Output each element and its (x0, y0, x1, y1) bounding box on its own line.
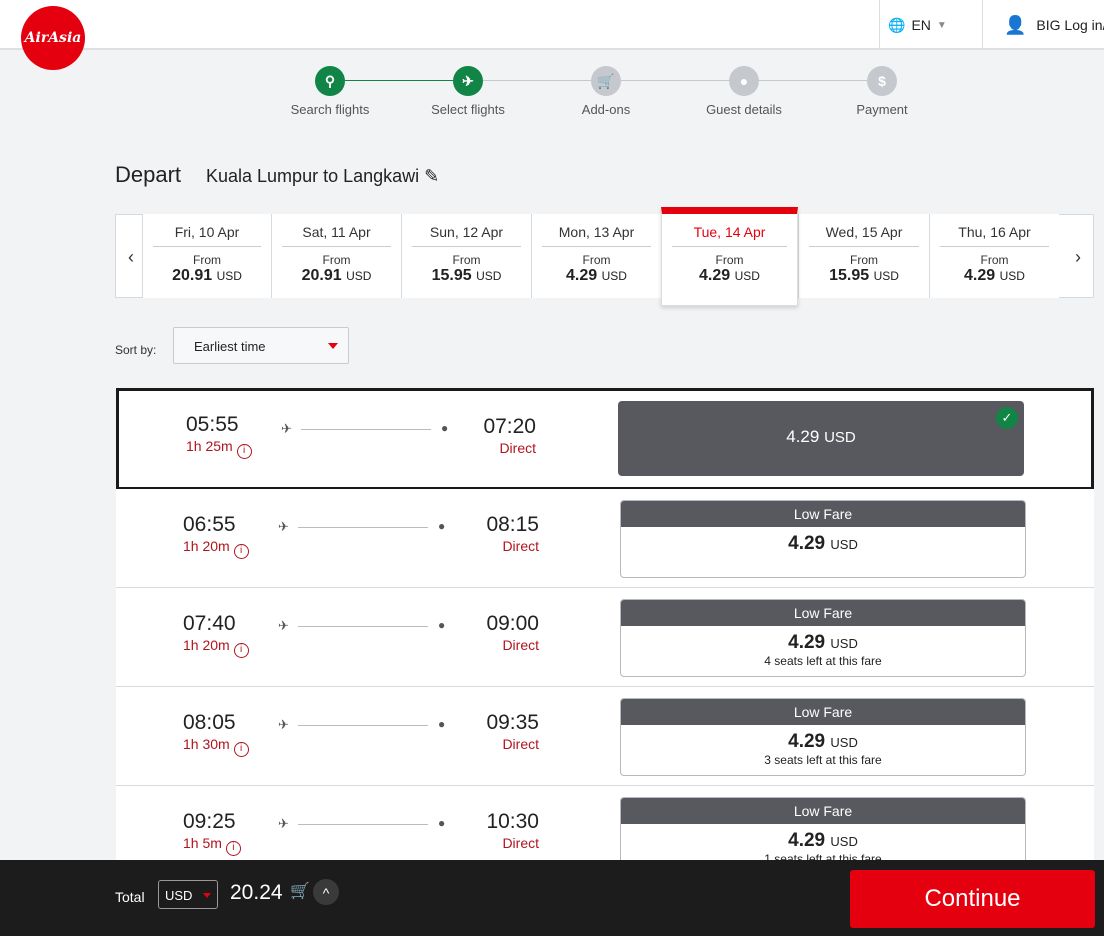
fare-option[interactable]: Low Fare 4.29 USD 3 seats left at this far… (620, 698, 1026, 776)
route-edit[interactable]: Kuala Lumpur to Langkawi ✎ (206, 166, 439, 187)
page-title: Depart (115, 162, 182, 187)
language-selector[interactable]: 🌐 EN ▼ (879, 0, 983, 50)
person-icon: 👤 (1004, 14, 1027, 35)
location-pin-icon: ● (438, 618, 446, 632)
chevron-right-icon[interactable]: › (1063, 215, 1093, 299)
date-tab[interactable]: Sat, 11 Apr From 20.91 USD (271, 214, 401, 298)
check-icon: ✓ (996, 407, 1018, 429)
plane-icon: ✈ (278, 816, 289, 831)
date-tab[interactable]: Fri, 10 Apr From 20.91 USD (142, 214, 271, 298)
step-add-ons: 🛒 Add-ons (546, 66, 666, 117)
date-tab[interactable]: Tue, 14 Apr From 4.29 USD (661, 207, 798, 306)
flight-path-line (301, 429, 431, 430)
step-select-flights: ✈ Select flights (408, 66, 528, 117)
caret-down-icon (328, 343, 338, 349)
pencil-icon[interactable]: ✎ (424, 166, 439, 186)
search-icon: ⚲ (315, 66, 345, 96)
cart-icon[interactable]: 🛒 (290, 881, 310, 901)
date-tab[interactable]: Wed, 15 Apr From 15.95 USD (798, 214, 929, 298)
plane-icon: ✈ (278, 618, 289, 633)
info-icon[interactable]: i (233, 742, 249, 757)
step-guest-details: ● Guest details (684, 66, 804, 117)
total-amount: 20.24 (230, 881, 283, 904)
step-search-flights: ⚲ Search flights (270, 66, 390, 117)
globe-icon: 🌐 (888, 16, 906, 33)
currency-select[interactable]: USD (158, 880, 218, 909)
login-button[interactable]: 👤 BIG Log in/ (1004, 0, 1104, 50)
top-header: 🌐 EN ▼ 👤 BIG Log in/ (0, 0, 1104, 50)
info-icon[interactable]: i (225, 841, 241, 856)
info-icon[interactable]: i (233, 544, 249, 559)
fare-option[interactable]: Low Fare 4.29 USD 4 seats left at this far… (620, 599, 1026, 677)
info-icon[interactable]: i (233, 643, 249, 658)
sort-dropdown[interactable]: Earliest time (173, 327, 349, 364)
total-label: Total (115, 889, 145, 905)
flight-icon: ✈ (453, 66, 483, 96)
flight-row[interactable]: 06:55 1h 20m i ✈ ● 08:15 Direct Low Fare 4.2… (116, 489, 1094, 588)
location-pin-icon: ● (441, 421, 449, 435)
location-pin-icon: ● (438, 816, 446, 830)
person-icon: ● (729, 66, 759, 96)
flight-path-line (298, 626, 428, 627)
chevron-down-icon: ▼ (936, 19, 947, 31)
plane-icon: ✈ (278, 717, 289, 732)
chevron-up-icon[interactable]: ^ (313, 879, 339, 905)
flight-row[interactable]: 08:05 1h 30m i ✈ ● 09:35 Direct Low Fare 4.2… (116, 687, 1094, 786)
step-payment: $ Payment (822, 66, 942, 117)
location-pin-icon: ● (438, 717, 446, 731)
fare-option[interactable]: Low Fare 4.29 USD (620, 500, 1026, 578)
date-tab[interactable]: Mon, 13 Apr From 4.29 USD (531, 214, 661, 298)
footer-bar: Total USD 20.24 🛒 ^ Continue (0, 860, 1104, 936)
fare-option-selected[interactable]: 4.29 USD ✓ (618, 401, 1024, 476)
flight-row[interactable]: 05:55 1h 25m i ✈ ● 07:20 Direct 4.29 USD ✓ (116, 388, 1094, 490)
caret-down-icon (203, 893, 211, 898)
flight-path-line (298, 824, 428, 825)
airasia-logo[interactable]: AirAsia (21, 6, 85, 70)
flight-row[interactable]: 07:40 1h 20m i ✈ ● 09:00 Direct Low Fare 4.2… (116, 588, 1094, 687)
sort-label: Sort by: (115, 343, 157, 357)
continue-button[interactable]: Continue (850, 870, 1095, 928)
cart-icon: 🛒 (591, 66, 621, 96)
location-pin-icon: ● (438, 519, 446, 533)
flight-path-line (298, 725, 428, 726)
dollar-icon: $ (867, 66, 897, 96)
flight-path-line (298, 527, 428, 528)
date-tab[interactable]: Thu, 16 Apr From 4.29 USD (929, 214, 1059, 298)
plane-icon: ✈ (278, 519, 289, 534)
date-tab[interactable]: Sun, 12 Apr From 15.95 USD (401, 214, 531, 298)
info-icon[interactable]: i (236, 444, 252, 459)
plane-icon: ✈ (281, 421, 292, 436)
